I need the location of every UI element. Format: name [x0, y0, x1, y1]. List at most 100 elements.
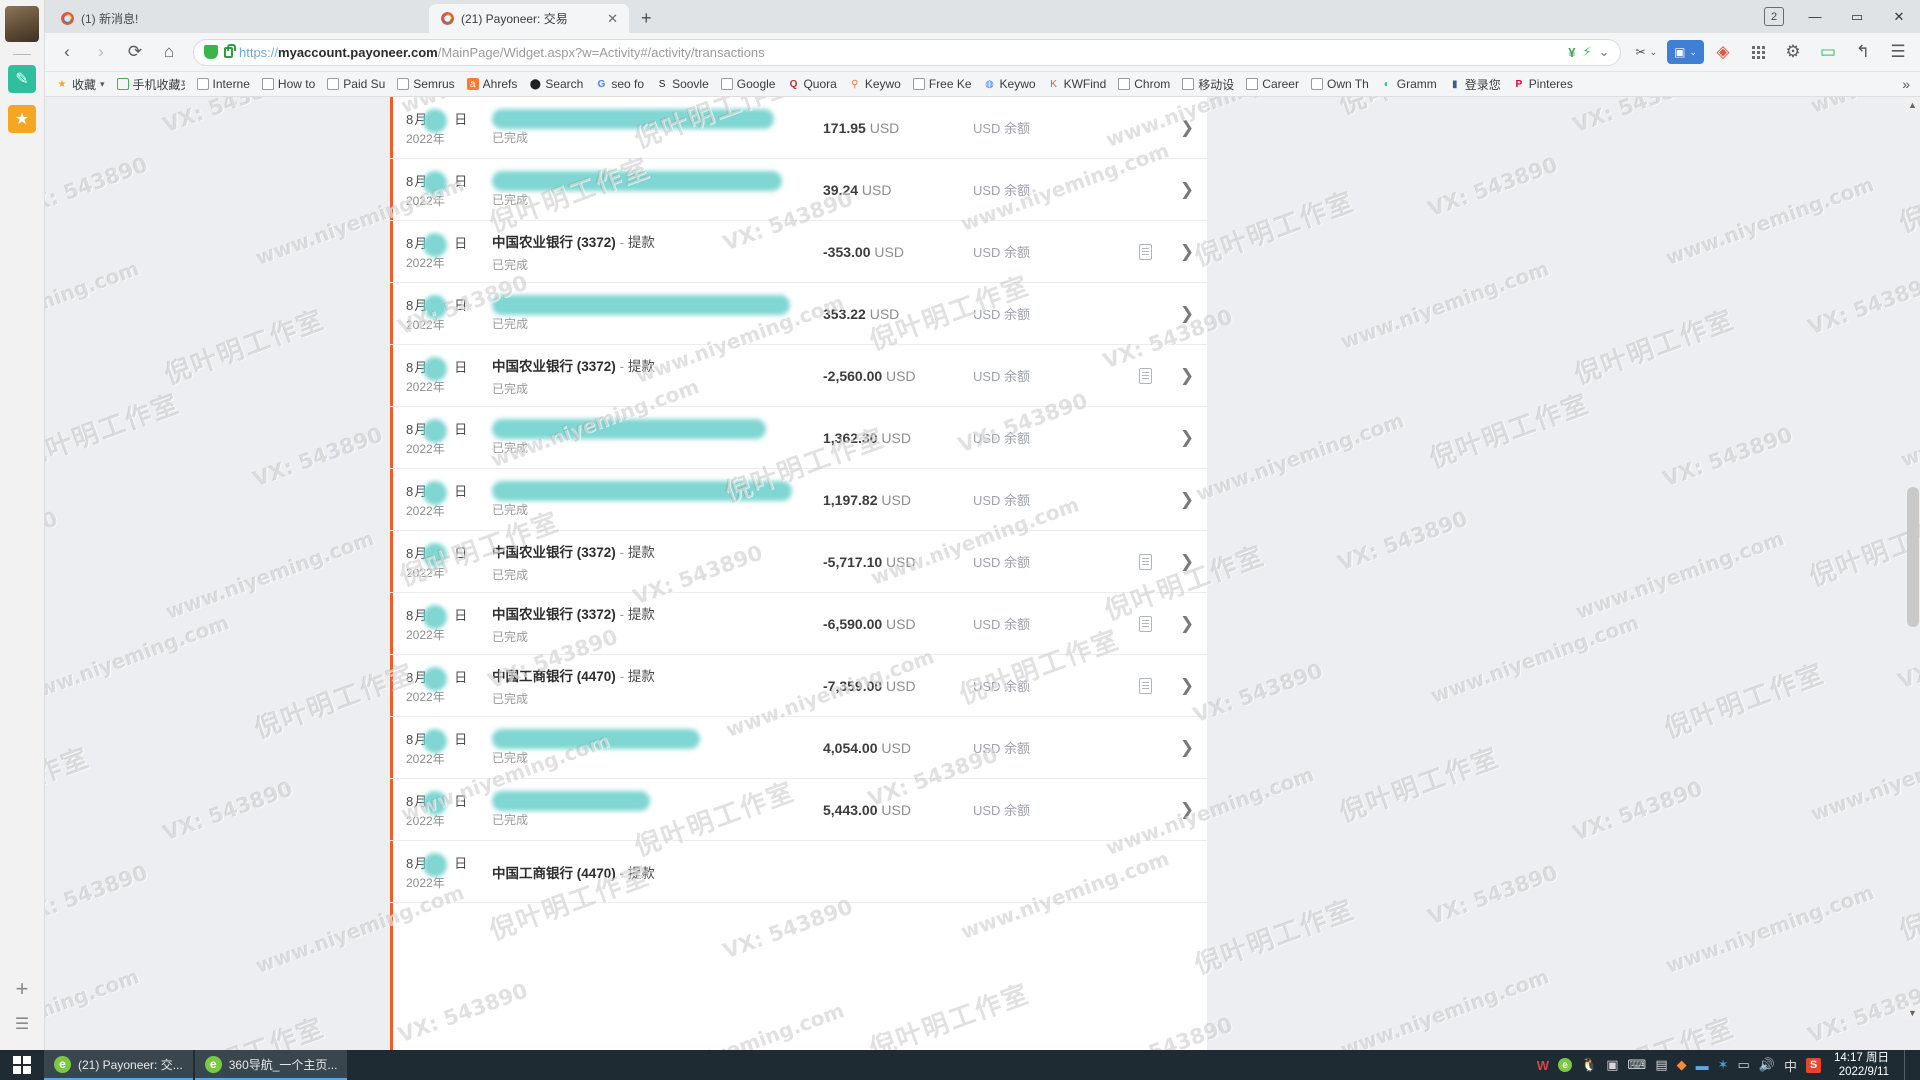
receipt-icon[interactable]: [1123, 243, 1167, 260]
table-row[interactable]: 8月日 2022年 已完成 171.95 USD USD 余额 ❯: [390, 97, 1207, 159]
star-icon[interactable]: ★: [8, 105, 36, 133]
bookmark-item[interactable]: Interne: [192, 74, 255, 95]
monitor-icon[interactable]: ▣: [1606, 1057, 1618, 1073]
tab-0[interactable]: (1) 新消息!: [49, 4, 249, 33]
undo-icon[interactable]: ↰: [1847, 37, 1879, 67]
bookmark-item[interactable]: K KWFind: [1043, 74, 1112, 95]
taskbar-item-1[interactable]: e 360导航_一个主页...: [194, 1050, 348, 1080]
table-row[interactable]: 8月日 2022年 已完成 4,054.00 USD USD 余额 ❯: [390, 717, 1207, 779]
table-row[interactable]: 8月日 2022年 中国农业银行 (3372) - 提款 已完成 -5,717.10 U…: [390, 531, 1207, 593]
back-button[interactable]: ‹: [51, 37, 83, 67]
chevron-right-icon[interactable]: ❯: [1167, 614, 1207, 634]
start-button[interactable]: [0, 1050, 44, 1080]
forward-button[interactable]: ›: [85, 37, 117, 67]
receipt-icon[interactable]: [1123, 615, 1167, 632]
bookmarks-overflow-button[interactable]: »: [1902, 76, 1914, 92]
chevron-right-icon[interactable]: ❯: [1167, 118, 1207, 138]
bookmark-item[interactable]: 移动设: [1177, 74, 1239, 95]
table-row[interactable]: 8月日 2022年 中国农业银行 (3372) - 提款 已完成 -2,560.00 U…: [390, 345, 1207, 407]
transaction-balance-account[interactable]: USD 余额: [973, 242, 1123, 261]
chevron-right-icon[interactable]: ❯: [1167, 180, 1207, 200]
bookmark-item[interactable]: a Ahrefs: [462, 74, 523, 95]
home-button[interactable]: ⌂: [153, 37, 185, 67]
printer-icon[interactable]: ▭: [1738, 1057, 1750, 1073]
bookmark-item[interactable]: S Soovle: [651, 74, 714, 95]
bookmark-item[interactable]: Free Ke: [908, 74, 977, 95]
bookmark-item[interactable]: ▮ 登录您: [1444, 74, 1506, 95]
bookmark-item[interactable]: Chrom: [1113, 74, 1175, 95]
tab-1[interactable]: (21) Payoneer: 交易 ✕: [429, 4, 629, 33]
close-button[interactable]: ✕: [1878, 0, 1920, 33]
volume-icon[interactable]: 🔊: [1759, 1057, 1775, 1073]
table-row[interactable]: 8月日 2022年 中国农业银行 (3372) - 提款 已完成 -6,590.00 U…: [390, 593, 1207, 655]
bookmark-item[interactable]: P Pinteres: [1508, 74, 1578, 95]
bookmark-item[interactable]: ★ 收藏 ▾: [51, 74, 110, 95]
settings-gear-icon[interactable]: ⚙: [1777, 37, 1809, 67]
transaction-balance-account[interactable]: USD 余额: [973, 800, 1123, 819]
chevron-right-icon[interactable]: ❯: [1167, 738, 1207, 758]
apps-grid-icon[interactable]: [1742, 37, 1774, 67]
table-row[interactable]: 8月日 2022年 中国工商银行 (4470) - 提款 已完成 -7,359.00 U…: [390, 655, 1207, 717]
shield-icon[interactable]: ◆: [1677, 1057, 1687, 1073]
chevron-down-icon[interactable]: ⌄: [1599, 44, 1610, 60]
folder-icon[interactable]: ▬: [1696, 1058, 1709, 1073]
receipt-icon[interactable]: [1123, 677, 1167, 694]
chevron-right-icon[interactable]: ❯: [1167, 428, 1207, 448]
address-bar[interactable]: https://myaccount.payoneer.com/MainPage/…: [193, 38, 1621, 66]
clipboard-icon[interactable]: ▤: [1655, 1057, 1667, 1073]
chevron-right-icon[interactable]: ❯: [1167, 490, 1207, 510]
bookmark-item[interactable]: Paid Su: [322, 74, 390, 95]
bolt-icon[interactable]: ⚡: [1582, 44, 1591, 60]
bookmark-item[interactable]: G seo fo: [590, 74, 649, 95]
ime-icon[interactable]: 中: [1784, 1056, 1797, 1075]
table-row[interactable]: 8月日 2022年 已完成 1,362.30 USD USD 余额 ❯: [390, 407, 1207, 469]
transaction-balance-account[interactable]: USD 余额: [973, 428, 1123, 447]
transaction-balance-account[interactable]: USD 余额: [973, 118, 1123, 137]
transaction-balance-account[interactable]: USD 余额: [973, 180, 1123, 199]
clock[interactable]: 14:17 周日 2022/9/11: [1830, 1051, 1889, 1079]
chevron-right-icon[interactable]: ❯: [1167, 800, 1207, 820]
bookmark-item[interactable]: How to: [257, 74, 320, 95]
sogou-icon[interactable]: S: [1806, 1057, 1822, 1073]
chevron-right-icon[interactable]: ❯: [1167, 242, 1207, 262]
table-row[interactable]: 8月日 2022年 中国工商银行 (4470) - 提款: [390, 841, 1207, 903]
transaction-balance-account[interactable]: USD 余额: [973, 676, 1123, 695]
bookmark-item[interactable]: 手机收藏夹: [112, 74, 190, 95]
bluetooth-icon[interactable]: ✶: [1718, 1057, 1729, 1073]
transaction-balance-account[interactable]: USD 余额: [973, 738, 1123, 757]
new-tab-button[interactable]: +: [629, 8, 664, 29]
transaction-balance-account[interactable]: USD 余额: [973, 614, 1123, 633]
qq-icon[interactable]: 🐧: [1581, 1057, 1597, 1073]
chevron-right-icon[interactable]: ❯: [1167, 304, 1207, 324]
chevron-right-icon[interactable]: ❯: [1167, 366, 1207, 386]
avatar[interactable]: [5, 6, 39, 42]
yen-icon[interactable]: ¥: [1568, 45, 1575, 60]
receipt-icon[interactable]: [1123, 553, 1167, 570]
bookmark-item[interactable]: ⬤ Search: [524, 74, 588, 95]
note-icon[interactable]: ✎: [8, 65, 36, 93]
table-row[interactable]: 8月日 2022年 已完成 5,443.00 USD USD 余额 ❯: [390, 779, 1207, 841]
add-button[interactable]: +: [16, 978, 29, 1000]
menu-icon[interactable]: ☰: [1882, 37, 1914, 67]
transaction-balance-account[interactable]: USD 余额: [973, 366, 1123, 385]
table-row[interactable]: 8月日 2022年 已完成 353.22 USD USD 余额 ❯: [390, 283, 1207, 345]
taskbar-item-0[interactable]: e (21) Payoneer: 交...: [44, 1050, 193, 1080]
keyboard-icon[interactable]: ⌨: [1628, 1057, 1647, 1073]
bookmark-item[interactable]: ◍ Keywo: [979, 74, 1041, 95]
table-row[interactable]: 8月日 2022年 已完成 39.24 USD USD 余额 ❯: [390, 159, 1207, 221]
chevron-down-icon[interactable]: ▾: [100, 79, 105, 90]
transaction-balance-account[interactable]: USD 余额: [973, 304, 1123, 323]
scroll-up-button[interactable]: ▲: [1905, 98, 1920, 112]
table-row[interactable]: 8月日 2022年 中国农业银行 (3372) - 提款 已完成 -353.00 USD…: [390, 221, 1207, 283]
transaction-balance-account[interactable]: USD 余额: [973, 490, 1123, 509]
table-row[interactable]: 8月日 2022年 已完成 1,197.82 USD USD 余额 ❯: [390, 469, 1207, 531]
account-badge[interactable]: 2: [1764, 7, 1784, 26]
extension-icon[interactable]: ◈: [1707, 37, 1739, 67]
receipt-icon[interactable]: [1123, 367, 1167, 384]
transaction-balance-account[interactable]: USD 余额: [973, 552, 1123, 571]
bookmark-item[interactable]: Own Th: [1306, 74, 1374, 95]
bookmark-item[interactable]: ◐ Gramm: [1376, 74, 1442, 95]
bookmark-item[interactable]: Career: [1241, 74, 1304, 95]
scroll-down-button[interactable]: ▼: [1905, 1006, 1920, 1020]
bookmark-item[interactable]: ⚲ Keywo: [844, 74, 906, 95]
